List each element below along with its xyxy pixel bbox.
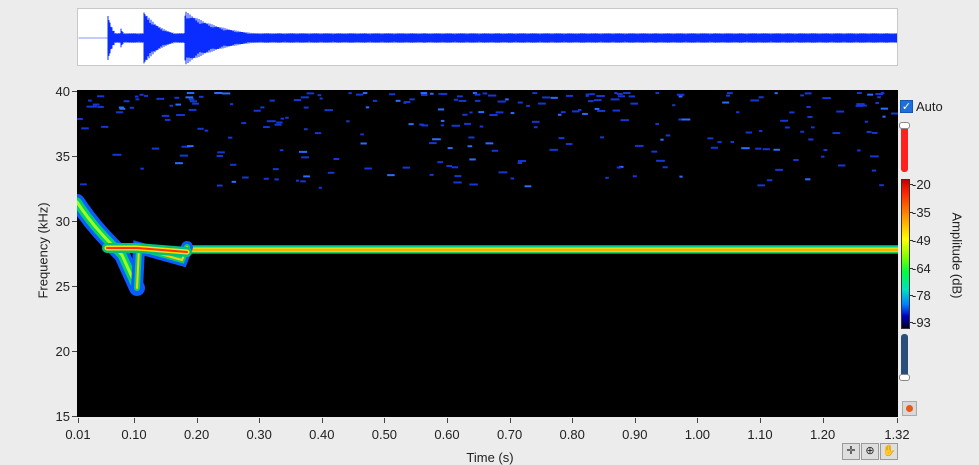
amplitude-colorbar (901, 179, 910, 329)
x-tick-mark (822, 418, 824, 423)
colorbar-tick-label: -64 (912, 261, 931, 276)
x-tick-mark (259, 418, 261, 423)
x-axis-label: Time (s) (466, 450, 514, 465)
y-tick-label: 35 (55, 149, 70, 164)
waveform-trace (78, 11, 897, 65)
colorbar-tick-label: -93 (912, 315, 931, 330)
graph-palette-toolbar: ✛ ⊕ ✋ (842, 443, 898, 461)
crosshair-icon[interactable]: ✛ (842, 443, 860, 460)
x-tick-mark (760, 418, 761, 423)
noise-specks (77, 92, 898, 189)
x-tick-mark (897, 418, 898, 423)
colorbar-tick-mark (909, 184, 913, 185)
x-tick-mark (196, 418, 198, 423)
y-tick-label: 20 (55, 344, 70, 359)
x-tick-label: 1.10 (747, 427, 773, 442)
waveform-overview[interactable] (77, 8, 898, 66)
slider-thumb[interactable] (899, 122, 910, 129)
colorbar-tick-mark (909, 240, 913, 241)
x-tick-label: 1.00 (684, 427, 711, 442)
tone-band (187, 245, 898, 254)
colorbar-tick-label: -78 (912, 288, 931, 303)
color-min-slider[interactable] (899, 334, 910, 390)
x-tick-label: 0.50 (371, 427, 398, 442)
x-tick-mark (384, 418, 386, 423)
x-tick-label: 0.80 (559, 427, 585, 442)
spectrogram-image (77, 92, 898, 296)
x-tick-mark (634, 418, 636, 423)
x-tick-label: 0.60 (434, 427, 460, 442)
waveform-plot (78, 11, 897, 65)
colorbar-tick-mark (909, 268, 913, 269)
x-tick-mark (134, 418, 135, 423)
x-tick-label: 0.90 (622, 427, 648, 442)
auto-checkbox[interactable]: ✓ (900, 99, 913, 113)
x-tick-label: 0.30 (246, 427, 272, 442)
colorbar-label: Amplitude (dB) (949, 212, 965, 299)
x-tick-label: 0.70 (496, 427, 523, 442)
x-tick-label: 1.32 (884, 427, 910, 442)
x-tick-mark (78, 418, 79, 423)
colorbar-tick-mark (909, 322, 913, 323)
x-tick-mark (509, 418, 511, 423)
chirp-sweep (77, 194, 193, 296)
colorbar-tick-label: -49 (912, 233, 931, 248)
x-tick-label: 1.20 (809, 427, 836, 442)
slider-thumb[interactable] (899, 374, 910, 381)
x-tick-mark (697, 418, 699, 423)
colormap-reset-icon[interactable] (902, 401, 917, 416)
colorbar-tick-label: -20 (912, 177, 931, 192)
y-tick-label: 40 (55, 84, 70, 99)
colorbar-tick-label: -35 (912, 205, 931, 220)
y-axis-label: Frequency (kHz) (35, 202, 51, 299)
auto-label: Auto (916, 98, 943, 114)
zoom-icon[interactable]: ⊕ (861, 443, 879, 460)
x-tick-mark (321, 418, 323, 423)
color-max-slider[interactable] (899, 118, 910, 174)
x-tick-mark (572, 418, 574, 423)
x-tick-label: 0.20 (183, 427, 210, 442)
x-tick-label: 0.01 (65, 427, 91, 442)
y-tick-label: 15 (55, 409, 70, 424)
x-tick-label: 0.10 (121, 427, 147, 442)
colorbar-tick-mark (909, 295, 913, 296)
hand-icon[interactable]: ✋ (880, 443, 898, 460)
slider-track (901, 126, 908, 172)
x-tick-label: 0.40 (309, 427, 335, 442)
spectrogram-plot[interactable] (77, 90, 898, 417)
x-tick-mark (447, 418, 448, 423)
auto-scale-control[interactable]: ✓ Auto (900, 98, 943, 114)
colorbar-tick-mark (909, 212, 913, 213)
